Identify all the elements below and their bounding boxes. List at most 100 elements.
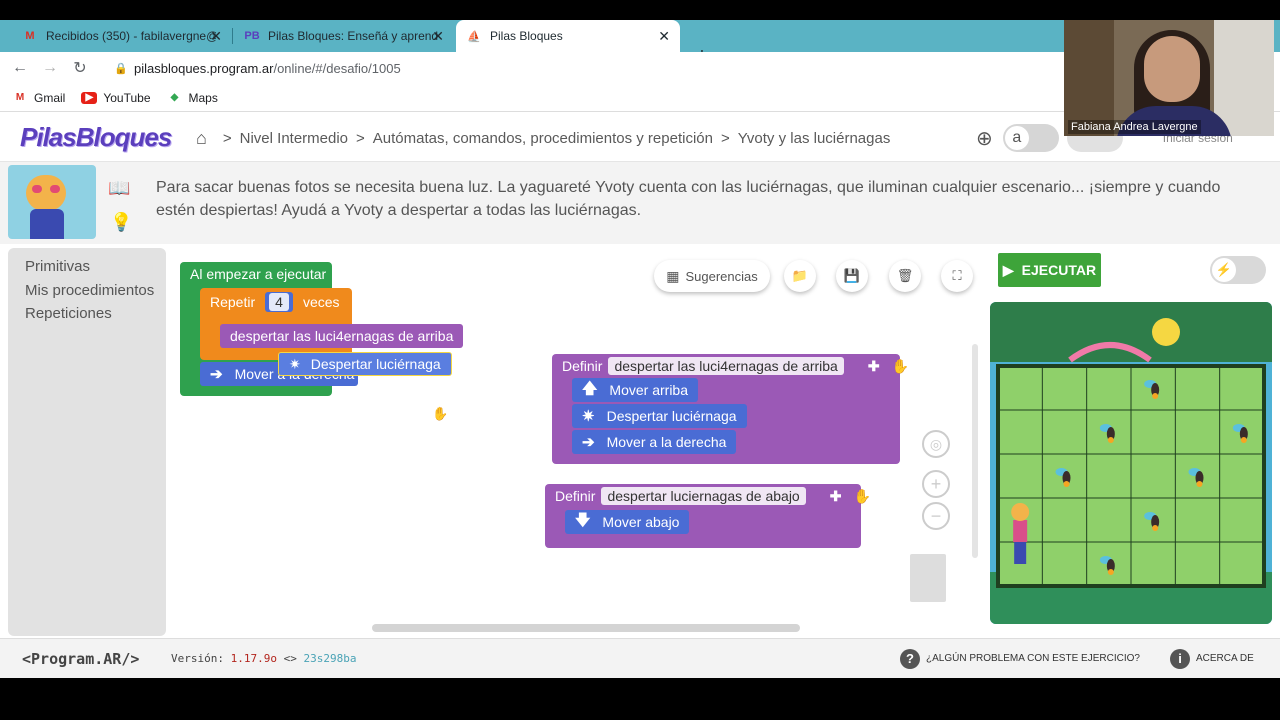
browser-tab-pilas-active[interactable]: ⛵ Pilas Bloques ✕: [456, 20, 680, 52]
avatar-glasses-right: [50, 185, 60, 193]
procedure-name-field[interactable]: despertar las luci4ernagas de arriba: [608, 357, 844, 375]
report-problem-label: ¿ALGÚN PROBLEMA CON ESTE EJERCICIO?: [926, 653, 1140, 664]
hand-icon[interactable]: ✋: [853, 488, 870, 505]
pilas-bloques-logo[interactable]: PilasBloques: [20, 122, 172, 153]
repeat-count-field[interactable]: 4: [269, 293, 289, 311]
define-label: Definir: [562, 358, 603, 374]
folder-icon[interactable]: 📁: [784, 260, 816, 292]
yvoty-head: [1011, 503, 1030, 521]
breadcrumb-level[interactable]: Nivel Intermedio: [240, 130, 348, 147]
turbo-toggle[interactable]: ⚡: [1210, 256, 1266, 284]
move-down-label: Mover abajo: [602, 514, 680, 530]
program-ar-logo[interactable]: <Program.AR/>: [22, 650, 139, 668]
screen-frame: M Recibidos (350) - fabilavergne@g ✕ PB …: [0, 0, 1280, 720]
procedure-name-field[interactable]: despertar luciernagas de abajo: [601, 487, 806, 505]
close-tab-icon[interactable]: ✕: [432, 28, 444, 45]
home-icon[interactable]: ⌂: [196, 128, 207, 149]
info-icon: i: [1170, 648, 1190, 669]
move-right-block[interactable]: ➔ Mover a la derecha: [572, 430, 737, 454]
dragging-wake-block[interactable]: ✷ Despertar luciérnaga: [278, 352, 452, 376]
close-tab-icon[interactable]: ✕: [210, 28, 222, 45]
about-link[interactable]: i ACERCA DE: [1170, 648, 1254, 669]
breadcrumb-chapter[interactable]: Autómatas, comandos, procedimientos y re…: [373, 130, 713, 147]
palette-category-procedimientos[interactable]: Mis procedimientos: [25, 282, 154, 299]
arrow-right-icon: ➔: [210, 366, 223, 383]
plus-icon[interactable]: ✚: [830, 488, 842, 505]
breadcrumb-separator: >: [356, 130, 365, 147]
bookmark-youtube[interactable]: ▶ YouTube: [81, 90, 151, 105]
call-procedure-arriba[interactable]: despertar las luci4ernagas de arriba: [220, 324, 464, 348]
question-icon: ?: [900, 648, 920, 669]
url-text: pilasbloques.program.ar/online/#/desafio…: [134, 60, 401, 76]
browser-tab-gmail[interactable]: M Recibidos (350) - fabilavergne@g ✕: [12, 20, 232, 52]
globe-icon[interactable]: ⊕: [976, 126, 993, 151]
page-footer: <Program.AR/> Versión: 1.17.9o <> 23s298…: [0, 638, 1280, 678]
recenter-icon[interactable]: ◎: [922, 430, 950, 458]
wake-firefly-label: Despertar luciérnaga: [606, 408, 737, 424]
plus-icon[interactable]: ✚: [868, 358, 880, 375]
trash-icon[interactable]: 🗑: [889, 260, 921, 292]
fullscreen-icon[interactable]: ⛶: [941, 260, 973, 292]
lock-icon: 🔒: [114, 62, 128, 75]
game-scene: [990, 302, 1272, 624]
tab-title: Pilas Bloques: [490, 29, 563, 43]
forward-icon[interactable]: →: [40, 58, 60, 78]
bookmark-label: Maps: [188, 90, 218, 105]
arrow-up-icon: 🡅: [582, 379, 598, 397]
gmail-icon: M: [25, 30, 35, 42]
browser-tab-pilas-home[interactable]: PB Pilas Bloques: Enseñá y aprendé a ✕: [234, 20, 454, 52]
font-toggle[interactable]: a: [1002, 124, 1059, 152]
presenter-face: [1144, 36, 1200, 102]
palette-category-repeticiones[interactable]: Repeticiones: [25, 305, 112, 322]
breadcrumb-separator: >: [222, 130, 232, 147]
tab-title: Pilas Bloques: Enseñá y aprendé a: [268, 29, 438, 43]
report-problem-link[interactable]: ? ¿ALGÚN PROBLEMA CON ESTE EJERCICIO?: [900, 648, 1140, 669]
yvoty-avatar: [8, 165, 96, 239]
horizontal-scrollbar[interactable]: [372, 624, 800, 632]
suggestions-button[interactable]: ▦ Sugerencias: [654, 260, 770, 292]
bookmark-maps[interactable]: ◆ Maps: [167, 91, 218, 105]
maps-icon: ◆: [170, 92, 179, 103]
lightbulb-icon[interactable]: 💡: [110, 212, 132, 233]
wake-firefly-block[interactable]: ✷ Despertar luciérnaga: [572, 404, 747, 428]
presenter-name: Fabiana Andrea Lavergne: [1068, 120, 1201, 134]
palette-category-primitivas[interactable]: Primitivas: [25, 258, 90, 275]
definition-header: Definir despertar luciernagas de abajo ✚…: [545, 484, 881, 508]
save-icon[interactable]: 💾: [836, 260, 868, 292]
move-down-block[interactable]: 🡇 Mover abajo: [565, 510, 690, 534]
avatar-body: [30, 209, 64, 239]
bookmark-label: YouTube: [103, 90, 151, 105]
block-canvas[interactable]: Al empezar a ejecutar Repetir 4 veces de…: [168, 248, 984, 636]
repeat-row: Repetir 4 veces: [200, 290, 350, 314]
tab-title: Recibidos (350) - fabilavergne@g: [46, 29, 216, 43]
address-bar[interactable]: 🔒 pilasbloques.program.ar/online/#/desaf…: [104, 55, 1064, 81]
firefly-icon: ✷: [289, 355, 301, 372]
close-tab-icon[interactable]: ✕: [658, 28, 670, 45]
move-up-block[interactable]: 🡅 Mover arriba: [572, 378, 699, 402]
block-palette: Primitivas Mis procedimientos Repeticion…: [8, 248, 166, 636]
lightning-icon: ⚡: [1212, 258, 1236, 282]
bookmark-gmail[interactable]: M Gmail: [12, 90, 66, 105]
cam-background-door: [1064, 20, 1114, 136]
book-icon[interactable]: 📖: [108, 178, 130, 199]
zoom-in-icon[interactable]: +: [922, 470, 950, 498]
back-icon[interactable]: ←: [10, 58, 30, 78]
repeat-count-holder: 4: [265, 292, 293, 312]
trash-can-icon[interactable]: [910, 554, 946, 602]
pilas-bloques-favicon: PB: [244, 30, 260, 42]
definition-header: Definir despertar las luci4ernagas de ar…: [552, 354, 919, 378]
commit-hash[interactable]: 23s298ba: [303, 652, 356, 665]
define-label: Definir: [555, 488, 596, 504]
webcam-overlay: Fabiana Andrea Lavergne: [1064, 20, 1274, 136]
hand-icon[interactable]: ✋: [892, 358, 909, 375]
suggestions-icon: ▦: [666, 267, 680, 284]
move-up-label: Mover arriba: [609, 382, 689, 398]
zoom-out-icon[interactable]: −: [922, 502, 950, 530]
reload-icon[interactable]: ↻: [70, 58, 90, 78]
execute-button[interactable]: ▶ EJECUTAR: [998, 253, 1101, 287]
version-label: Versión:: [171, 652, 224, 665]
bookmark-label: Gmail: [34, 90, 66, 105]
firefly-icon: ✷: [582, 408, 595, 425]
suggestions-label: Sugerencias: [685, 268, 758, 284]
vertical-scrollbar[interactable]: [972, 344, 978, 558]
